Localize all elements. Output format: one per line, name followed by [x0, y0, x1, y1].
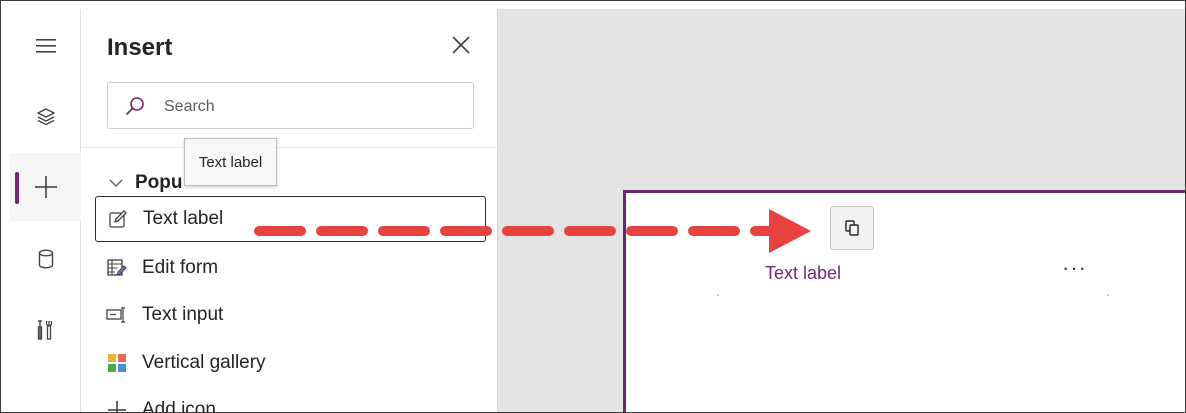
insert-item-edit-form[interactable]: Edit form — [95, 245, 486, 291]
close-icon — [452, 36, 470, 54]
layers-icon — [36, 108, 55, 126]
plus-icon — [34, 176, 57, 198]
form-edit-icon — [106, 257, 128, 279]
left-rail — [10, 9, 81, 412]
chevron-down-icon — [109, 179, 123, 187]
list-item-label: Add icon — [142, 399, 216, 413]
gallery-grid-icon — [106, 352, 128, 374]
search-placeholder: Search — [164, 98, 215, 115]
drop-preview-button[interactable] — [830, 206, 874, 250]
insert-item-text-input[interactable]: Text input — [95, 292, 486, 338]
tools-button[interactable] — [10, 296, 81, 364]
list-item-label: Vertical gallery — [142, 352, 266, 373]
list-item-label: Text label — [143, 208, 224, 229]
insert-item-vertical-gallery[interactable]: Vertical gallery — [95, 340, 486, 386]
pencil-edit-icon — [107, 208, 129, 230]
text-input-icon — [106, 304, 128, 326]
list-item-label: Text input — [142, 304, 224, 325]
popular-section-header[interactable]: Popu — [107, 169, 183, 197]
hamburger-menu-icon — [35, 39, 56, 53]
close-pane-button[interactable] — [449, 33, 473, 57]
guide-mark — [717, 294, 719, 296]
section-label: Popu — [135, 172, 183, 193]
hamburger-menu-button[interactable] — [10, 12, 81, 80]
data-button[interactable] — [10, 225, 81, 293]
app-frame: Insert Search Popu Text label Edit form … — [0, 0, 1186, 413]
tools-icon — [37, 320, 52, 340]
tooltip: Text label — [184, 138, 277, 186]
insert-item-add-icon[interactable]: Add icon — [95, 387, 486, 413]
tree-view-button[interactable] — [10, 83, 81, 151]
guide-mark — [1107, 294, 1109, 296]
more-options-button[interactable]: ··· — [1062, 255, 1087, 281]
plus-icon — [106, 399, 128, 412]
active-indicator — [15, 172, 19, 204]
drop-preview-label: Text label — [765, 263, 842, 283]
pane-title: Insert — [107, 34, 173, 61]
database-icon — [38, 249, 53, 269]
insert-button[interactable] — [10, 153, 81, 221]
pane-divider — [81, 147, 498, 148]
list-item-label: Edit form — [142, 257, 219, 278]
insert-item-text-label[interactable]: Text label — [95, 196, 486, 242]
insert-pane: Insert Search Popu Text label Edit form … — [81, 9, 498, 413]
search-input[interactable]: Search — [107, 82, 474, 129]
search-icon — [126, 97, 144, 115]
copy-icon — [845, 220, 859, 236]
app-screen[interactable] — [623, 190, 1185, 412]
